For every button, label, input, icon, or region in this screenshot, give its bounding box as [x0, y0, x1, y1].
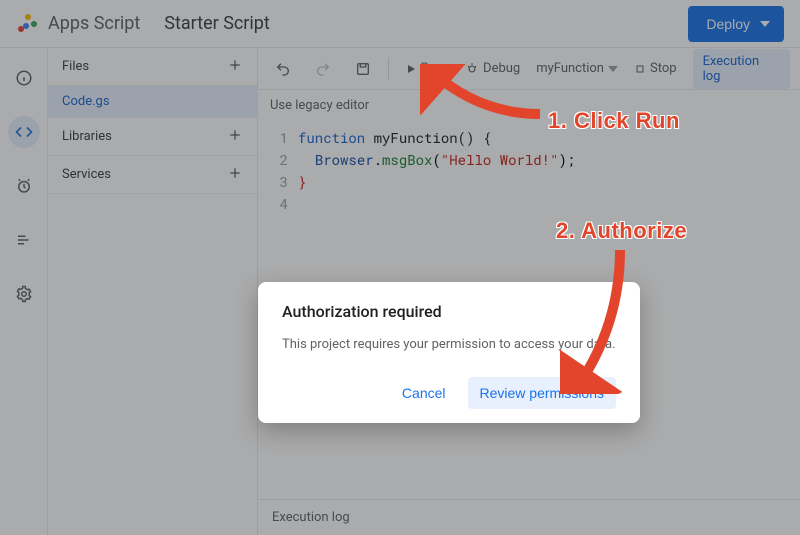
review-permissions-button[interactable]: Review permissions [468, 377, 616, 409]
dialog-actions: Cancel Review permissions [282, 377, 616, 409]
dialog-title: Authorization required [282, 302, 616, 321]
annotation-step1: 1. Click Run [548, 108, 680, 134]
annotation-step2: 2. Authorize [556, 218, 687, 244]
cancel-button[interactable]: Cancel [390, 377, 458, 409]
authorization-dialog: Authorization required This project requ… [258, 282, 640, 423]
dialog-body: This project requires your permission to… [282, 335, 616, 355]
modal-scrim [0, 0, 800, 535]
